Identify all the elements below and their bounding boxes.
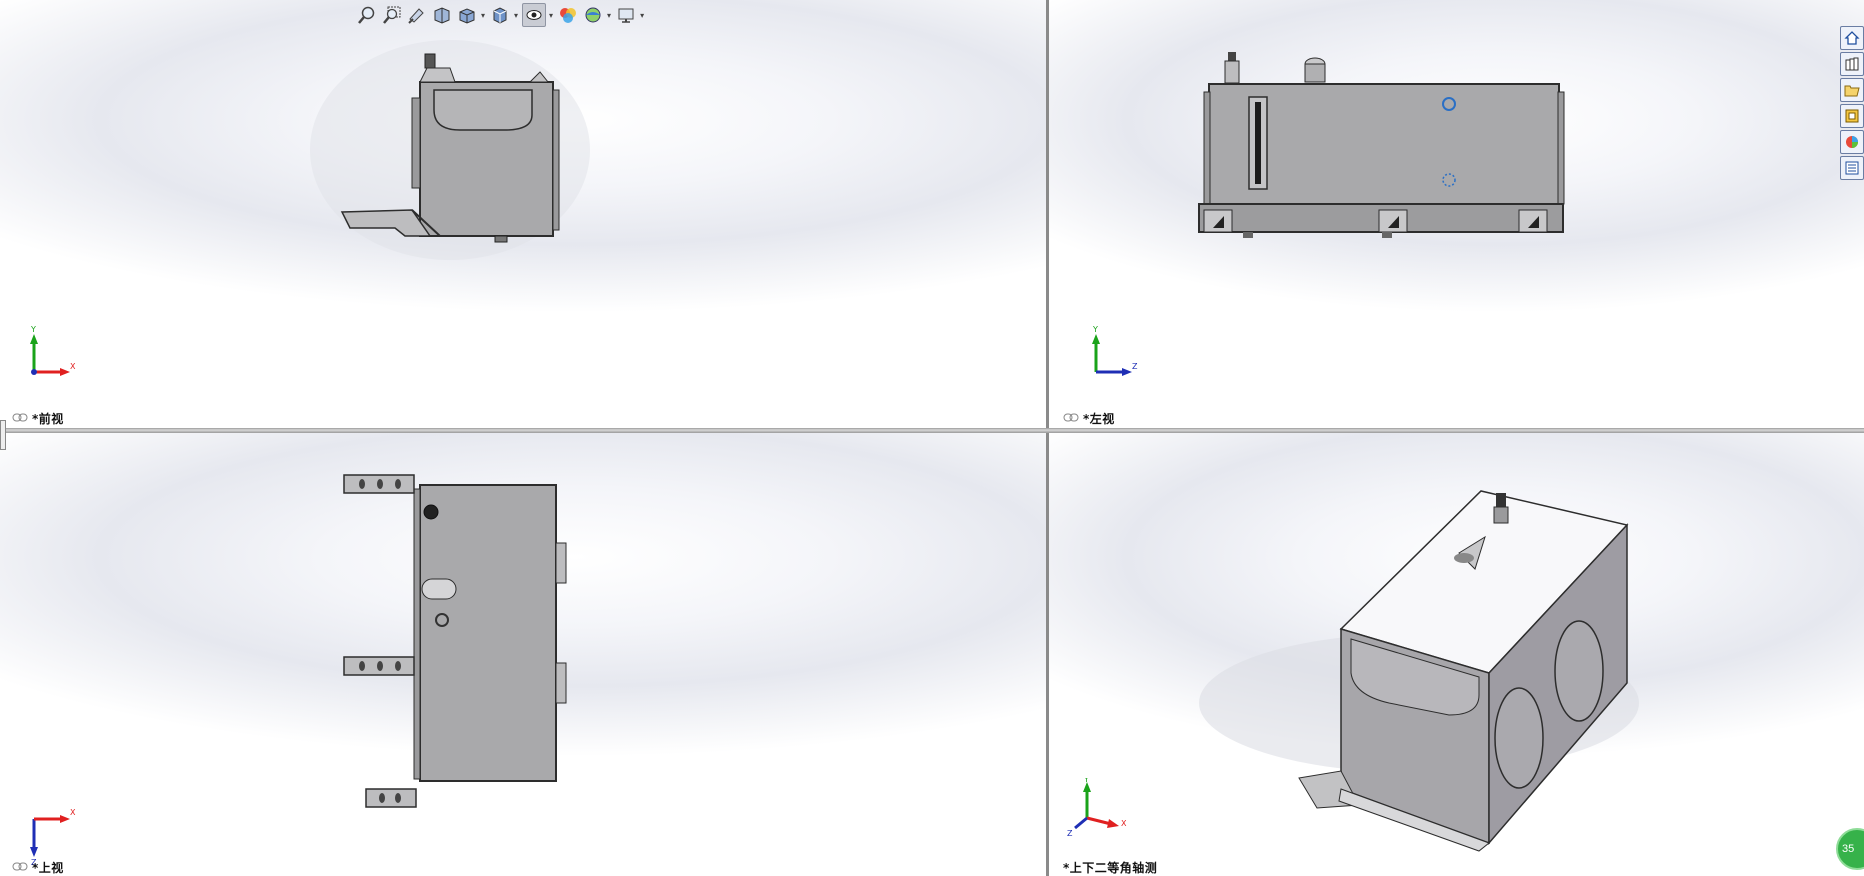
display-style-icon[interactable] [489, 4, 511, 26]
link-icon [12, 862, 28, 871]
previous-view-icon[interactable] [406, 4, 428, 26]
viewport-top[interactable]: X Z *上视 [0, 433, 1046, 876]
svg-text:X: X [70, 808, 76, 817]
coordinate-triad: Y Z [1092, 325, 1138, 376]
model-front-view [310, 40, 590, 260]
svg-text:Y: Y [1083, 778, 1089, 784]
viewport-left[interactable]: Y Z *左视 [1049, 0, 1864, 428]
viewport-front[interactable]: Y X *前视 [0, 0, 1046, 428]
svg-text:X: X [70, 362, 76, 371]
zoom-to-area-icon[interactable] [381, 4, 403, 26]
model-left-view [1198, 52, 1565, 238]
coordinate-triad: Y X Z [1067, 778, 1127, 838]
chevron-down-icon[interactable]: ▾ [481, 11, 485, 20]
file-explorer-icon[interactable] [1840, 78, 1864, 102]
appearances-icon[interactable] [1840, 130, 1864, 154]
svg-text:Y: Y [1092, 325, 1098, 334]
coordinate-triad: X Z [30, 808, 76, 865]
chevron-down-icon[interactable]: ▾ [514, 11, 518, 20]
task-pane-tabs [1840, 26, 1864, 182]
chevron-down-icon[interactable]: ▾ [607, 11, 611, 20]
svg-text:X: X [1121, 819, 1127, 828]
chevron-down-icon[interactable]: ▾ [549, 11, 553, 20]
design-library-icon[interactable] [1840, 52, 1864, 76]
view-orientation-icon[interactable] [456, 4, 478, 26]
heads-up-view-toolbar: ▾ ▾ ▾ ▾ ▾ [356, 2, 648, 28]
link-icon [12, 413, 28, 422]
model-top-view [343, 474, 567, 808]
viewport-label: *上视 [32, 861, 64, 875]
link-icon [1063, 413, 1079, 422]
viewport-label: *左视 [1083, 412, 1115, 426]
view-settings-icon[interactable] [615, 4, 637, 26]
section-view-icon[interactable] [431, 4, 453, 26]
view-palette-icon[interactable] [1840, 104, 1864, 128]
viewport-splitter-vertical[interactable] [1046, 0, 1049, 876]
viewport-label: *上下二等角轴测 [1063, 861, 1158, 875]
zoom-to-fit-icon[interactable] [356, 4, 378, 26]
coordinate-triad: Y X [30, 325, 76, 376]
model-isometric-view [1199, 490, 1639, 852]
svg-text:Z: Z [1067, 829, 1073, 838]
home-icon[interactable] [1840, 26, 1864, 50]
hide-show-items-icon[interactable] [522, 3, 547, 27]
apply-scene-icon[interactable] [582, 4, 604, 26]
chevron-down-icon[interactable]: ▾ [640, 11, 644, 20]
svg-text:Y: Y [30, 325, 36, 334]
custom-properties-icon[interactable] [1840, 156, 1864, 180]
viewport-label: *前视 [32, 412, 64, 426]
edit-appearance-icon[interactable] [557, 4, 579, 26]
svg-text:Z: Z [1132, 362, 1138, 371]
viewport-splitter-horizontal[interactable] [0, 428, 1864, 433]
splitter-handle[interactable] [0, 420, 6, 450]
viewport-isometric[interactable]: Y X Z *上下二等角轴测 35 [1049, 433, 1864, 876]
